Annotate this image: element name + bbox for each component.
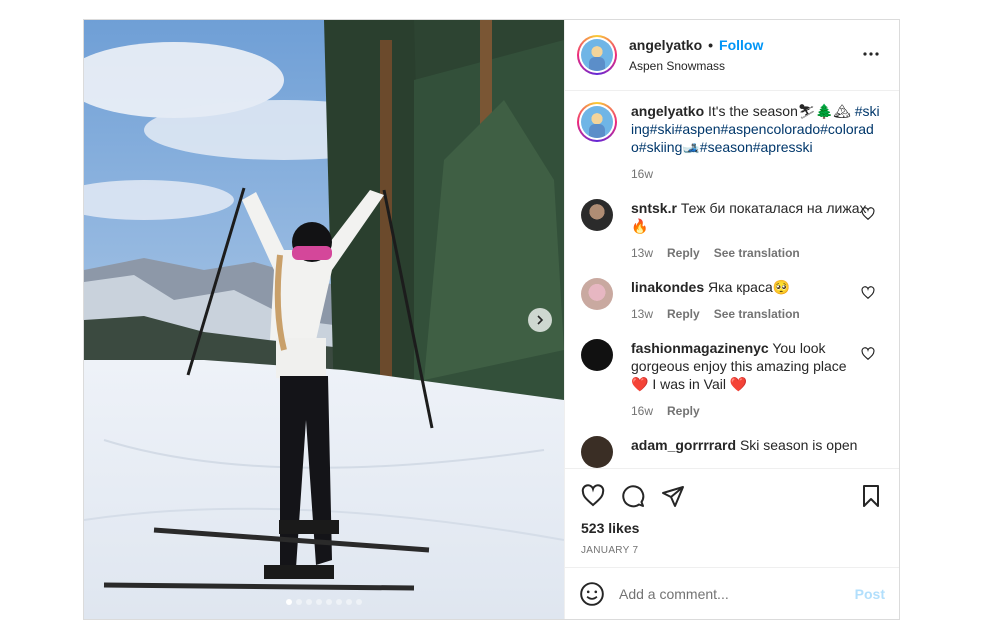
like-comment-icon[interactable] [861,286,875,300]
commenter-avatar[interactable] [581,436,613,468]
chevron-right-icon [537,315,544,325]
post-header: angelyatko • Follow Aspen Snowmass [565,20,899,91]
comment-username[interactable]: linakondes [631,279,704,295]
comment-text: Ski season is open [739,437,858,453]
post-date: JANUARY 7 [581,545,639,556]
commenter-avatar[interactable] [581,199,613,231]
comments-list[interactable]: angelyatko It's the season⛷🌲🏔 #skiing#sk… [565,92,899,468]
comment-time: 16w [631,404,654,418]
post-media[interactable] [84,20,564,619]
comment-item: sntsk.r Теж би покаталася на лижах 🔥 13w… [577,199,883,262]
comment-username[interactable]: fashionmagazinenyc [631,340,769,356]
reply-button[interactable]: Reply [667,244,700,262]
carousel-dot [286,599,292,605]
carousel-dot [336,599,342,605]
caption-username[interactable]: angelyatko [631,103,704,119]
add-comment-bar: Post [565,567,899,619]
caption: angelyatko It's the season⛷🌲🏔 #skiing#sk… [577,102,883,183]
comment-icon[interactable] [621,484,645,508]
carousel-dot [346,599,352,605]
comment-time: 13w [631,307,654,321]
comment-time: 13w [631,246,654,260]
follow-button[interactable]: Follow [719,37,763,53]
post-comment-button[interactable]: Post [855,586,885,602]
comment-input[interactable] [619,585,855,602]
likes-count[interactable]: 523 likes [581,520,883,536]
reply-button[interactable]: Reply [667,402,700,420]
heart-icon[interactable] [581,484,605,508]
header-username[interactable]: angelyatko [629,37,702,53]
carousel-dots [84,599,564,605]
carousel-dot [316,599,322,605]
more-options-icon[interactable] [861,44,881,64]
comment-item: linakondes Яка краса🥺 13w Reply See tran… [577,278,883,323]
location-link[interactable]: Aspen Snowmass [629,59,763,73]
commenter-avatar[interactable] [581,278,613,310]
bookmark-icon[interactable] [859,484,883,508]
like-comment-icon[interactable] [861,207,875,221]
like-comment-icon[interactable] [861,347,875,361]
emoji-icon[interactable] [579,581,605,607]
commenter-avatar[interactable] [581,339,613,371]
separator-dot: • [708,37,714,53]
comment-text: Яка краса🥺 [708,279,791,295]
next-slide-button[interactable] [528,308,552,332]
share-icon[interactable] [661,484,685,508]
carousel-dot [296,599,302,605]
comment-username[interactable]: sntsk.r [631,200,677,216]
see-translation-button[interactable]: See translation [714,244,800,262]
carousel-dot [356,599,362,605]
comment-item: adam_gorrrrard Ski season is open [577,436,883,468]
see-translation-button[interactable]: See translation [714,305,800,323]
comment-item: fashionmagazinenyc You look gorgeous enj… [577,339,883,420]
ski-photo [84,20,564,619]
reply-button[interactable]: Reply [667,305,700,323]
avatar[interactable] [577,35,617,75]
carousel-dot [306,599,312,605]
caption-time: 16w [631,167,654,181]
comment-username[interactable]: adam_gorrrrard [631,437,736,453]
caption-avatar[interactable] [577,102,617,142]
post-actions: 523 likes JANUARY 7 [565,468,899,568]
caption-text: It's the season⛷🌲🏔 [708,103,851,119]
carousel-dot [326,599,332,605]
post-dialog: angelyatko • Follow Aspen Snowmass angel… [83,19,900,620]
post-sidebar: angelyatko • Follow Aspen Snowmass angel… [564,20,899,619]
